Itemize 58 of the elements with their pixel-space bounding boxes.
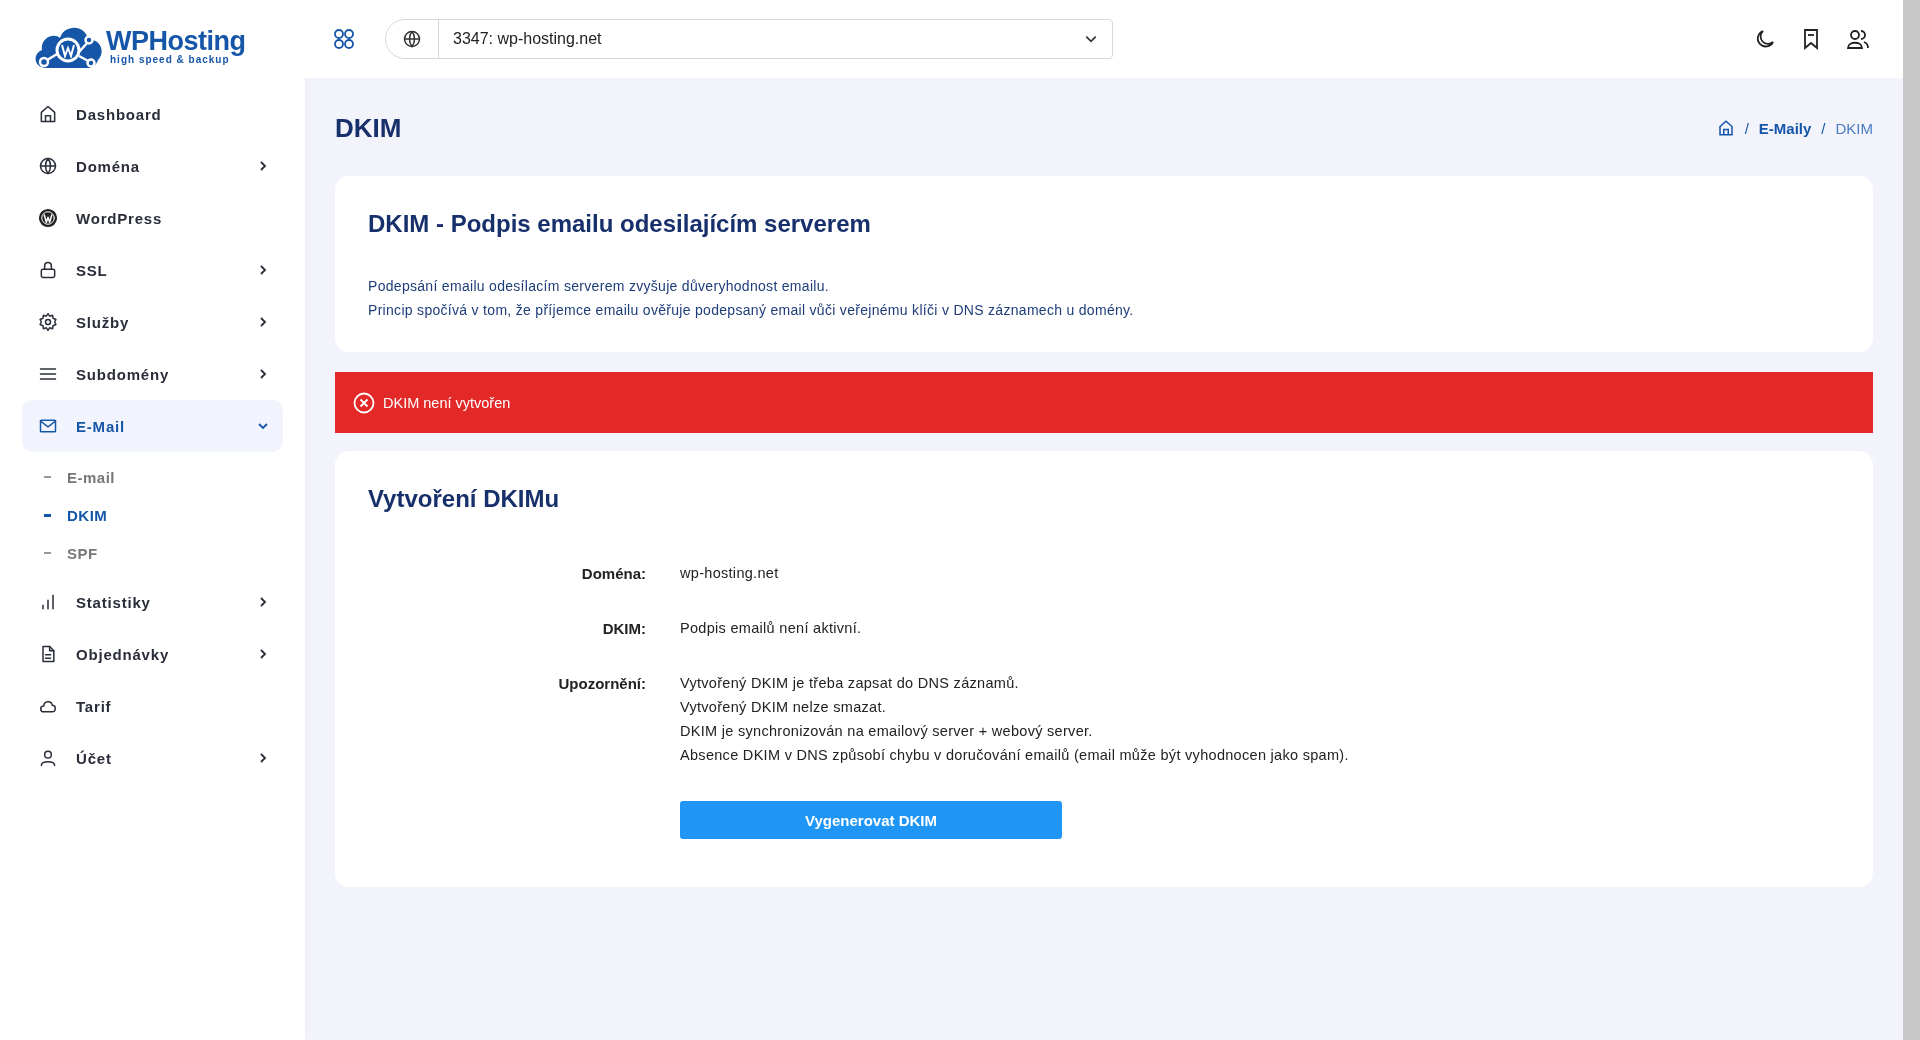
chevron-right-icon: [257, 596, 269, 608]
submenu-item[interactable]: DKIM: [44, 496, 283, 534]
sidebar-item[interactable]: Doména: [22, 140, 283, 192]
user-icon: [38, 748, 58, 768]
sidebar-item[interactable]: Služby: [22, 296, 283, 348]
chevron-right-icon: [257, 752, 269, 764]
field-value: Vytvořený DKIM nelze smazat.: [680, 699, 888, 715]
dash-icon: [44, 513, 51, 517]
home-icon[interactable]: [1716, 119, 1735, 137]
alert-message: DKIM není vytvořen: [383, 394, 511, 411]
chevron-right-icon: [257, 368, 269, 380]
globe-icon: [38, 156, 58, 176]
wordpress-icon: [38, 208, 58, 228]
envelope-icon: [38, 416, 58, 436]
chevron-right-icon: [257, 648, 269, 660]
field-value: Vytvořený DKIM je třeba zapsat do DNS záznamů.: [680, 675, 1020, 691]
sidebar-item[interactable]: Subdomény: [22, 348, 283, 400]
field-value: wp-hosting.net: [680, 565, 779, 581]
sidebar-item[interactable]: E-Mail: [22, 400, 283, 452]
chevron-right-icon: [257, 316, 269, 328]
dash-icon: [44, 476, 51, 478]
logo-tagline: high speed & backup: [110, 54, 230, 65]
breadcrumb-separator: /: [1821, 119, 1826, 137]
chevron-right-icon: [257, 264, 269, 276]
sidebar-item[interactable]: Účet: [22, 732, 283, 784]
info-text: Princip spočívá v tom, že příjemce emailu ověřuje podepsaný email vůči veřejnému klíči v DNS záznamech u domény.: [368, 302, 1135, 318]
field-value: Podpis emailů není aktivní.: [680, 620, 862, 636]
scrollbar[interactable]: [1903, 0, 1920, 1040]
sidebar-item[interactable]: Dashboard: [22, 88, 283, 140]
chevron-right-icon: [257, 160, 269, 172]
field-label: DKIM:: [601, 620, 647, 637]
card-title: DKIM - Podpis emailu odesilajícím serverem: [368, 210, 872, 238]
field-value: Absence DKIM v DNS způsobí chybu v doručování emailů (email může být vyhodnocen jako spam).: [680, 747, 1349, 763]
info-text: Podepsání emailu odesílacím serverem zvyšuje důveryhodnost emailu.: [368, 278, 831, 294]
submenu-item[interactable]: SPF: [44, 534, 283, 572]
submenu-item[interactable]: E-mail: [44, 458, 283, 496]
card-title: Vytvoření DKIMu: [368, 485, 561, 513]
sidebar-item[interactable]: WordPress: [22, 192, 283, 244]
globe-icon: [402, 29, 422, 49]
apps-icon[interactable]: [333, 28, 355, 50]
chevron-down-icon: [257, 420, 269, 432]
sidebar-item[interactable]: SSL: [22, 244, 283, 296]
sidebar-item[interactable]: Statistiky: [22, 576, 283, 628]
dash-icon: [44, 552, 51, 554]
breadcrumb-link[interactable]: E-Maily: [1758, 119, 1812, 137]
field-label: Upozornění:: [557, 675, 647, 694]
sidebar-item[interactable]: Tarif: [22, 680, 283, 732]
page-title: DKIM: [335, 112, 402, 144]
field-label: Doména:: [580, 565, 647, 582]
home-icon: [38, 104, 58, 124]
field-value: DKIM je synchronizován na emailový server + webový server.: [680, 723, 1094, 739]
lock-icon: [38, 260, 58, 280]
error-icon: [353, 391, 375, 414]
users-icon[interactable]: [1845, 27, 1871, 51]
sidebar-item[interactable]: Objednávky: [22, 628, 283, 680]
breadcrumb-separator: /: [1744, 119, 1749, 137]
logo-name: WPHosting: [106, 27, 246, 55]
gear-icon: [38, 312, 58, 332]
